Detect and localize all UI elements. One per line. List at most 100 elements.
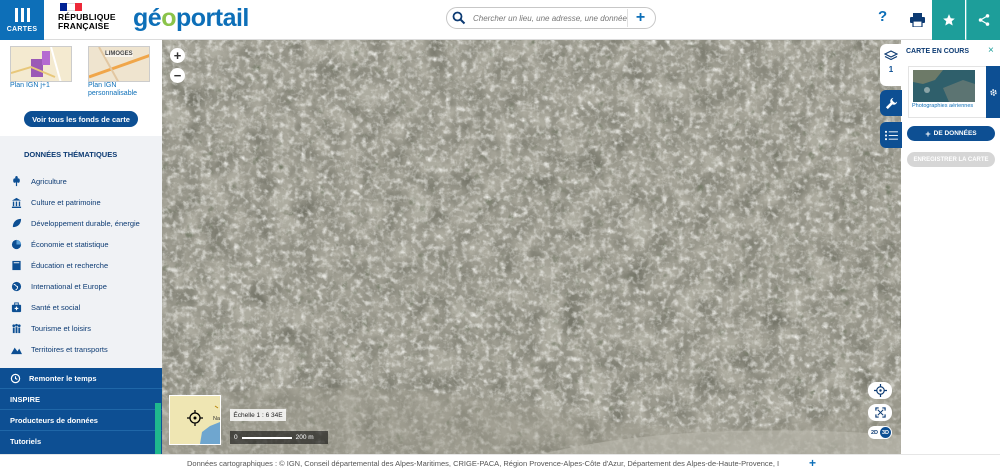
carte-en-cours-panel: CARTE EN COURS × Photographies aériennes… <box>902 40 1000 454</box>
logo-part1: gé <box>133 4 162 32</box>
scale-end: 200 m <box>295 434 314 441</box>
museum-icon <box>10 196 22 208</box>
sidebar-scroll-indicator[interactable] <box>155 403 161 454</box>
fond-thumb-plan-ign-j1[interactable] <box>10 46 72 82</box>
tab-tools[interactable] <box>880 90 902 116</box>
theme-education[interactable]: Éducation et recherche <box>10 258 108 272</box>
share-icon <box>978 14 989 26</box>
zoom-in-button[interactable]: + <box>170 48 185 63</box>
history-icon <box>10 373 21 383</box>
logo-part2: portail <box>175 4 249 32</box>
attribution-more-button[interactable]: + <box>809 456 816 470</box>
layer-count: 1 <box>888 65 894 74</box>
search-advanced-plus-button[interactable]: + <box>627 9 653 27</box>
inspire-label: INSPIRE <box>10 394 41 404</box>
globe-icon <box>10 280 22 292</box>
overview-place-label: Na <box>213 416 221 422</box>
theme-agriculture[interactable]: Agriculture <box>10 174 67 188</box>
map-view[interactable] <box>162 40 901 454</box>
fond-thumb-plan-ign-perso[interactable]: LIMOGES <box>88 46 150 82</box>
plan-ign-map-thumbnail <box>11 47 71 81</box>
gear-icon <box>989 88 997 96</box>
wrench-icon <box>885 97 897 109</box>
people-icon <box>10 322 22 334</box>
theme-label: Économie et statistique <box>31 239 109 249</box>
french-flag-icon <box>60 3 82 11</box>
theme-label: International et Europe <box>31 281 107 291</box>
producteurs-label: Producteurs de données <box>10 415 98 425</box>
mountain-icon <box>10 343 22 355</box>
fullscreen-icon <box>874 407 886 418</box>
2d-3d-toggle[interactable]: 2D 3D <box>868 426 892 439</box>
mode-2d[interactable]: 2D <box>869 427 880 438</box>
theme-developpement-durable[interactable]: Développement durable, énergie <box>10 216 140 230</box>
mode-3d[interactable]: 3D <box>880 427 891 438</box>
help-button[interactable]: ? <box>878 8 887 25</box>
right-panel-tabs: 1 <box>880 40 902 150</box>
producteurs-link[interactable]: Producteurs de données <box>0 410 162 431</box>
tab-layers[interactable]: 1 <box>880 44 902 86</box>
fullscreen-button[interactable] <box>868 404 892 421</box>
add-data-button[interactable]: + DE DONNÉES <box>907 126 995 141</box>
cartes-menu-button[interactable]: CARTES <box>0 0 44 40</box>
search-bar[interactable]: Chercher un lieu, une adresse, une donné… <box>446 7 656 29</box>
zoom-out-button[interactable]: − <box>170 68 185 83</box>
fond-label-plan-ign-j1[interactable]: Plan IGN j+1 <box>10 82 50 90</box>
theme-economie[interactable]: Économie et statistique <box>10 237 109 251</box>
theme-label: Développement durable, énergie <box>31 218 140 228</box>
scale-ratio: Échelle 1 : 6 34E <box>230 409 286 421</box>
layer-name: Photographies aériennes <box>912 103 974 109</box>
layer-card-photographies[interactable]: Photographies aériennes <box>908 66 988 118</box>
geoportail-logo[interactable]: géoportail <box>133 4 249 33</box>
theme-international[interactable]: International et Europe <box>10 279 107 293</box>
voir-tous-fonds-button[interactable]: Voir tous les fonds de carte <box>24 111 138 127</box>
crosshair-icon <box>873 384 887 397</box>
theme-tourisme[interactable]: Tourisme et loisirs <box>10 321 91 335</box>
medical-icon <box>10 301 22 313</box>
book-icon <box>10 259 22 271</box>
remonter-le-temps-button[interactable]: Remonter le temps <box>0 368 162 389</box>
search-icon[interactable] <box>452 11 466 25</box>
overview-map[interactable]: Na <box>169 395 221 445</box>
tab-legend[interactable] <box>880 122 902 148</box>
thumb-city-label: LIMOGES <box>105 51 133 57</box>
sidebar: Plan IGN j+1 LIMOGES Plan IGN personnali… <box>0 40 162 454</box>
share-button[interactable] <box>966 0 1000 40</box>
tutoriels-link[interactable]: Tutoriels <box>0 431 162 452</box>
add-plus-icon: + <box>925 128 931 139</box>
cartes-label: CARTES <box>6 25 38 33</box>
pie-chart-icon <box>10 238 22 250</box>
header: CARTES RÉPUBLIQUE FRANÇAISE géoportail C… <box>0 0 1000 40</box>
theme-sante[interactable]: Santé et social <box>10 300 80 314</box>
sidebar-bottom-menu: Remonter le temps INSPIRE Producteurs de… <box>0 368 162 454</box>
print-button[interactable] <box>902 0 932 40</box>
favorites-button[interactable] <box>932 0 965 40</box>
search-input[interactable]: Chercher un lieu, une adresse, une donné… <box>473 14 627 23</box>
save-map-button[interactable]: ENREGISTRER LA CARTE <box>907 152 995 167</box>
panel-close-button[interactable]: × <box>988 45 994 56</box>
geolocate-button[interactable] <box>868 382 892 399</box>
menu-bars-icon <box>14 7 30 22</box>
attribution-text: Données cartographiques : © IGN, Conseil… <box>187 459 780 468</box>
republique-line2: FRANÇAISE <box>58 21 110 31</box>
list-icon <box>884 130 898 140</box>
attribution-bar: Données cartographiques : © IGN, Conseil… <box>0 454 1000 472</box>
theme-culture[interactable]: Culture et patrimoine <box>10 195 101 209</box>
theme-label: Agriculture <box>31 176 67 186</box>
layer-thumbnail <box>913 70 975 102</box>
republique-francaise-logo[interactable]: RÉPUBLIQUE FRANÇAISE <box>58 3 124 37</box>
layer-settings-button[interactable] <box>986 66 1000 118</box>
wheat-icon <box>10 175 22 187</box>
aerial-photo[interactable] <box>162 40 901 454</box>
donnees-thematiques: DONNÉES THÉMATIQUES Agriculture Culture … <box>0 136 162 368</box>
inspire-link[interactable]: INSPIRE <box>0 389 162 410</box>
theme-label: Santé et social <box>31 302 81 312</box>
theme-label: Culture et patrimoine <box>31 197 101 207</box>
panel-title: CARTE EN COURS <box>906 48 970 55</box>
fond-label-plan-ign-perso[interactable]: Plan IGN personnalisable <box>88 82 154 98</box>
fonds-de-carte: Plan IGN j+1 LIMOGES Plan IGN personnali… <box>0 40 162 136</box>
theme-territoires[interactable]: Territoires et transports <box>10 342 108 356</box>
logo-o: o <box>161 4 176 32</box>
scale-start: 0 <box>234 434 238 441</box>
tutoriels-label: Tutoriels <box>10 437 42 446</box>
